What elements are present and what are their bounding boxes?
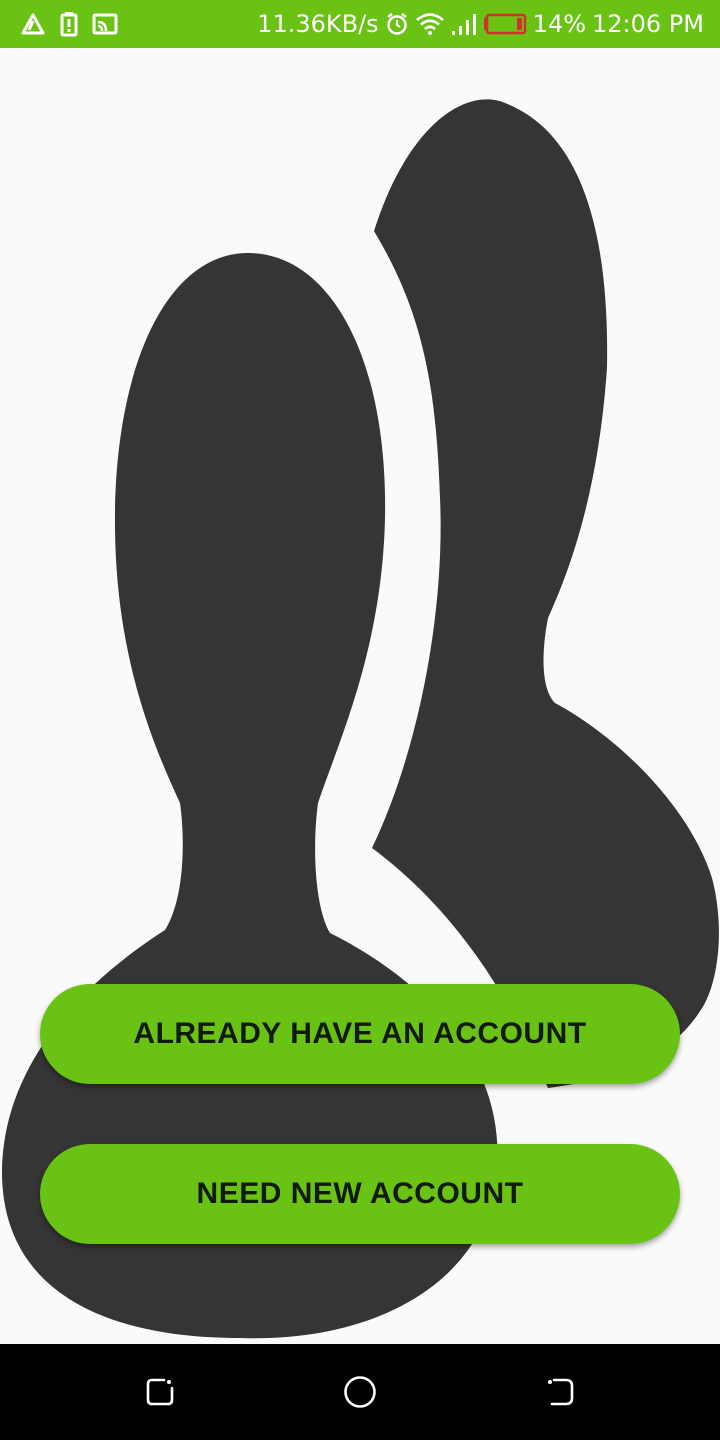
battery-alert-icon xyxy=(60,11,78,37)
back-person-shape xyxy=(372,99,719,1088)
alert-triangle-icon xyxy=(20,12,46,36)
signup-button[interactable]: NEED NEW ACCOUNT xyxy=(40,1144,680,1244)
battery-percent: 14% xyxy=(532,10,587,38)
status-left-icons xyxy=(20,0,118,48)
recent-apps-icon[interactable] xyxy=(140,1372,180,1412)
status-right-area: 11.36KB/s 14% 12:06 PM xyxy=(257,0,704,48)
alarm-icon xyxy=(385,12,409,36)
cast-icon xyxy=(92,13,118,35)
wifi-icon xyxy=(415,12,445,36)
clock-time: 12:06 PM xyxy=(592,10,704,38)
screen: 11.36KB/s 14% 12:06 PM ALREADY HAVE AN A… xyxy=(0,0,720,1440)
network-speed: 11.36KB/s xyxy=(257,10,379,38)
home-icon[interactable] xyxy=(340,1372,380,1412)
battery-low-icon xyxy=(483,13,527,35)
status-bar: 11.36KB/s 14% 12:06 PM xyxy=(0,0,720,48)
login-button[interactable]: ALREADY HAVE AN ACCOUNT xyxy=(40,984,680,1084)
main-content: ALREADY HAVE AN ACCOUNT NEED NEW ACCOUNT xyxy=(0,48,720,1344)
signal-icon xyxy=(451,12,477,36)
back-icon[interactable] xyxy=(540,1372,580,1412)
navigation-bar xyxy=(0,1344,720,1440)
